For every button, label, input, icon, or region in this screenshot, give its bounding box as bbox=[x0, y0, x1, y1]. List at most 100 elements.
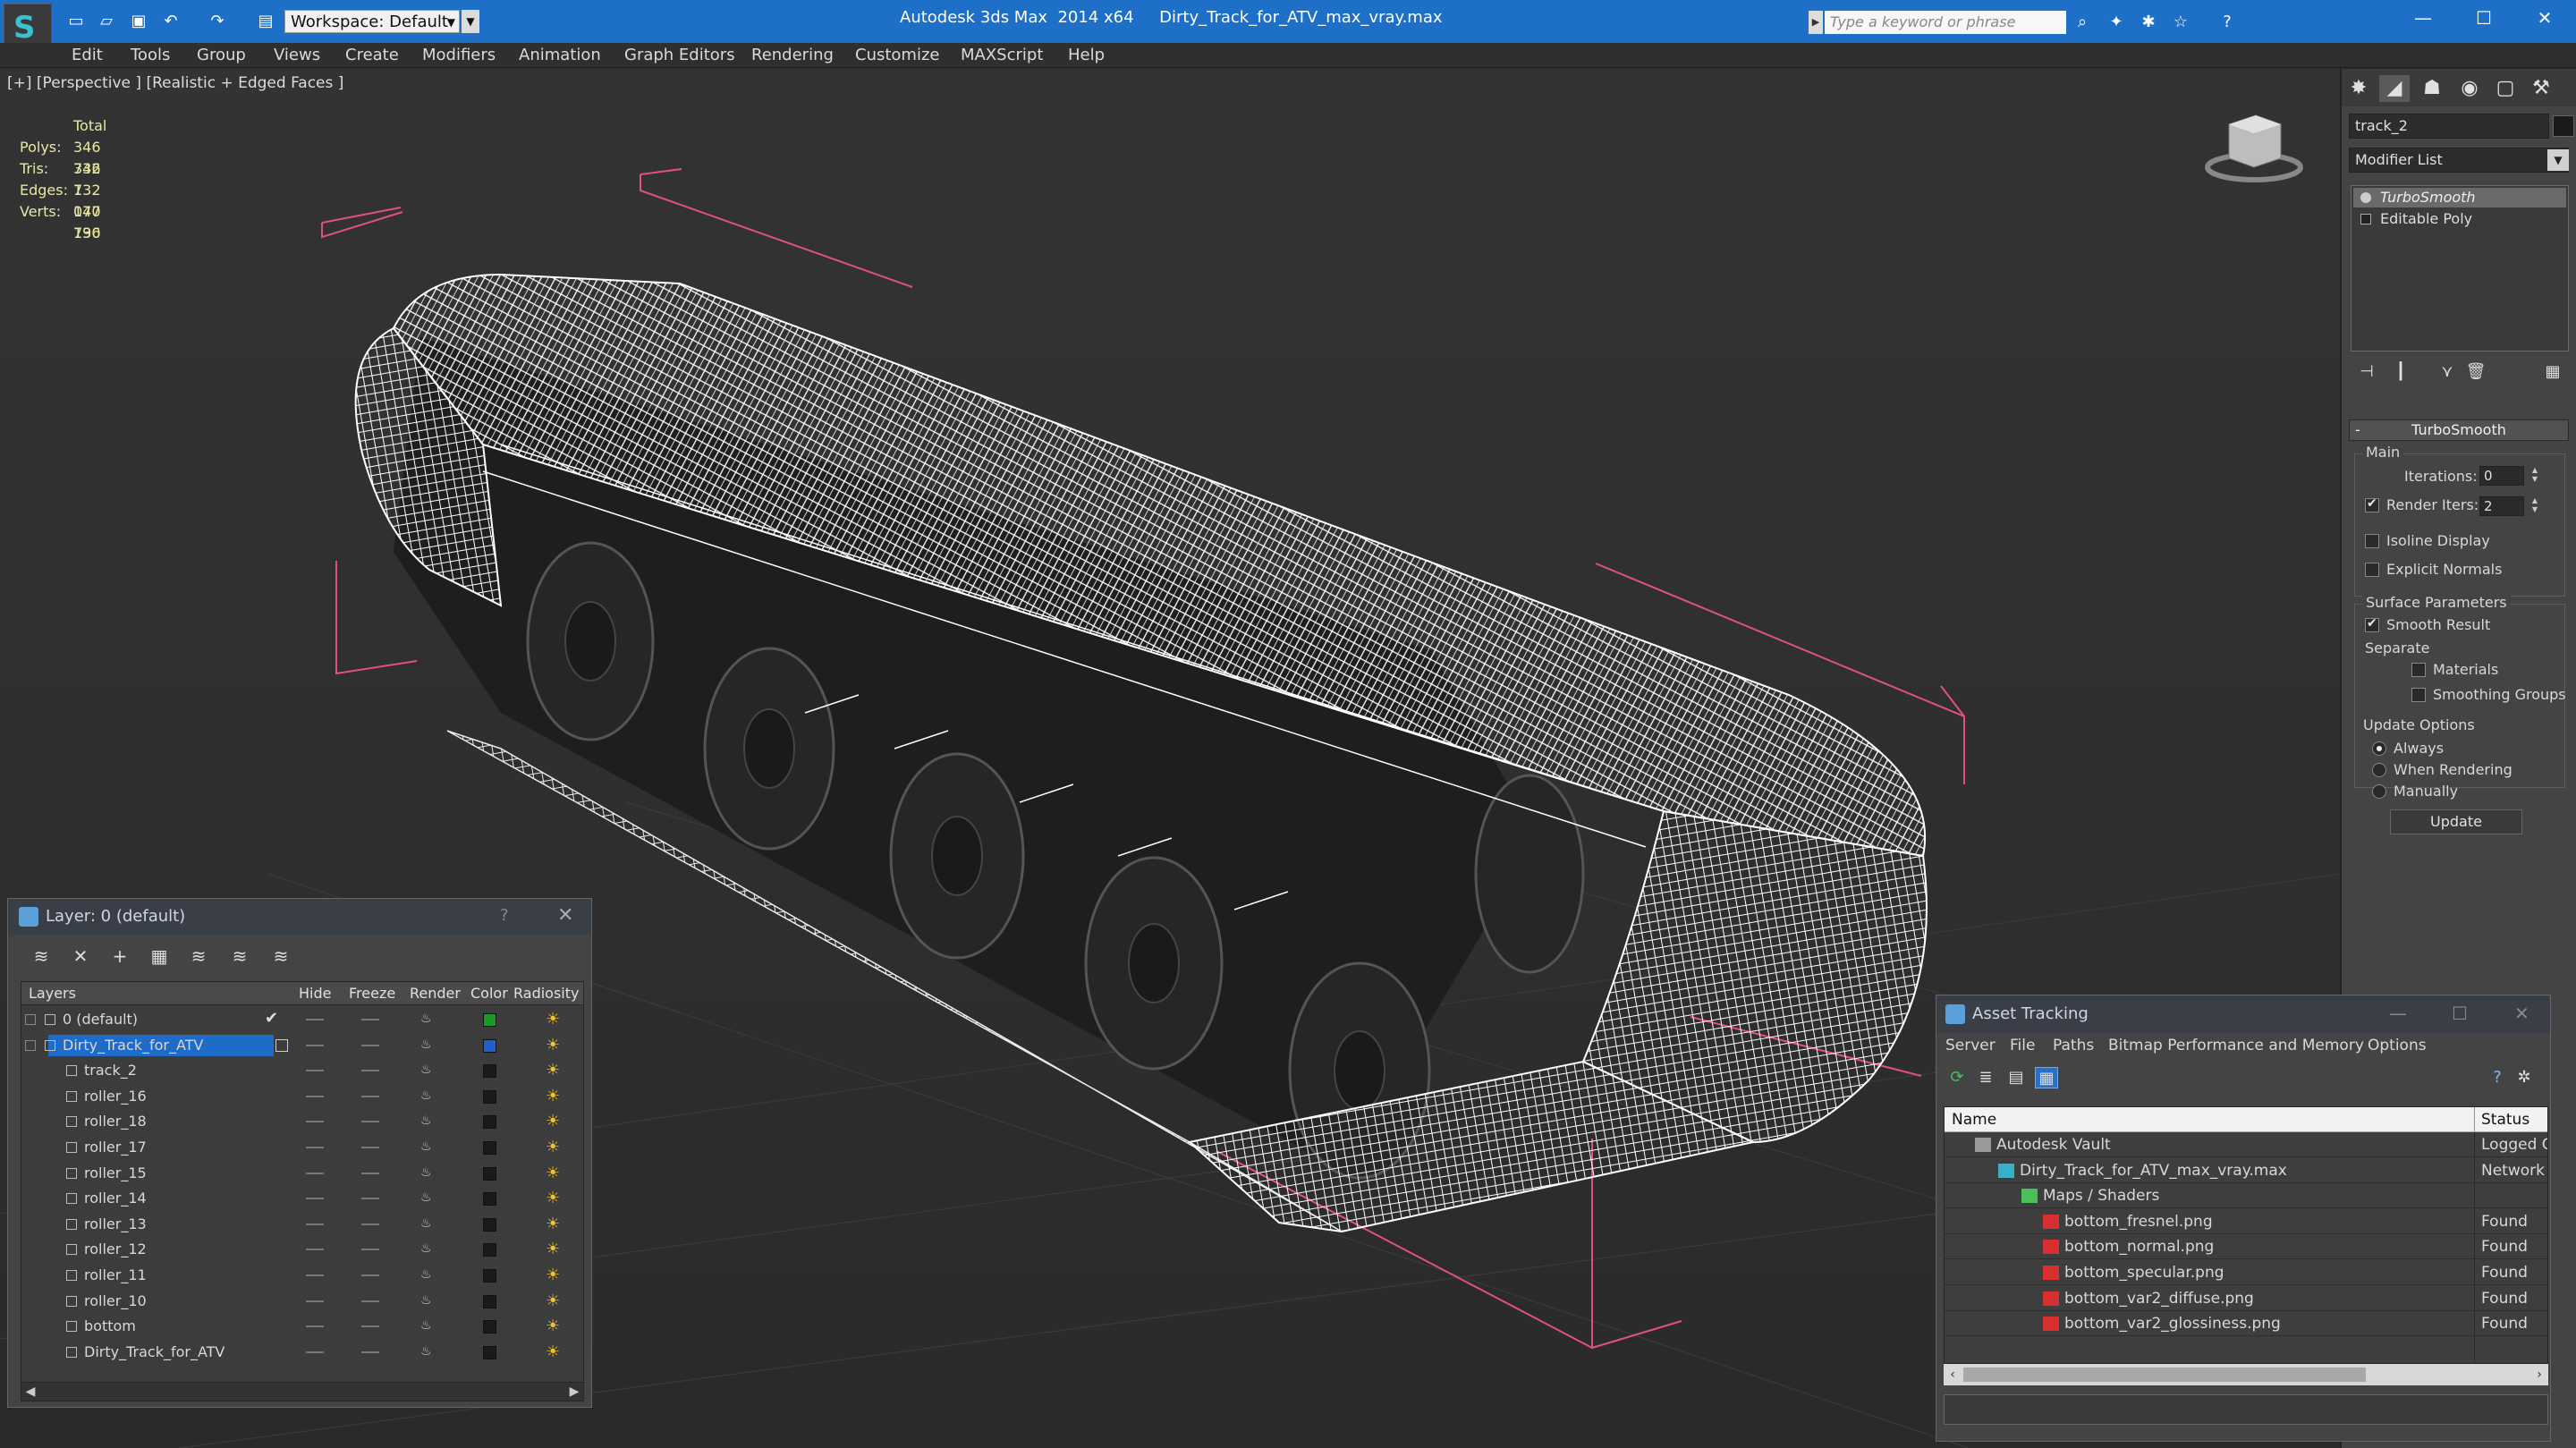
materials-checkbox[interactable] bbox=[2411, 663, 2426, 677]
hide-toggle[interactable] bbox=[306, 1070, 324, 1072]
layer-color-swatch[interactable] bbox=[483, 1243, 496, 1257]
asset-row[interactable]: bottom_var2_diffuse.png Found bbox=[1945, 1286, 2547, 1311]
isoline-display-checkbox[interactable] bbox=[2365, 534, 2379, 548]
help-icon[interactable]: ? bbox=[500, 906, 509, 925]
update-when-rendering-radio[interactable] bbox=[2372, 763, 2386, 777]
freeze-toggle[interactable] bbox=[361, 1198, 379, 1200]
modifier-list-dropdown[interactable]: Modifier List bbox=[2349, 148, 2569, 173]
scroll-right-icon[interactable]: ▶ bbox=[565, 1383, 583, 1401]
freeze-toggle[interactable] bbox=[361, 1249, 379, 1251]
minimize-icon[interactable]: — bbox=[2408, 5, 2438, 30]
configure-sets-icon[interactable]: ▦ bbox=[2540, 360, 2565, 384]
table-view-icon[interactable]: ▦ bbox=[2035, 1067, 2058, 1088]
radiosity-sun-icon[interactable]: ☀ bbox=[546, 1291, 564, 1310]
render-teapot-icon[interactable]: ♨ bbox=[420, 1012, 433, 1025]
column-header-color[interactable]: Color bbox=[470, 985, 508, 1002]
delete-layer-icon[interactable]: ✕ bbox=[67, 944, 94, 969]
update-always-radio[interactable] bbox=[2372, 741, 2386, 756]
menu-tools[interactable]: Tools bbox=[131, 46, 170, 64]
chevron-down-icon[interactable]: ▼ bbox=[2547, 149, 2569, 171]
show-end-result-icon[interactable]: ┃ bbox=[2388, 360, 2413, 384]
column-header-render[interactable]: Render bbox=[410, 985, 461, 1002]
layer-row[interactable]: roller_18 ♨ ☀ bbox=[21, 1109, 583, 1134]
close-icon[interactable]: ✕ bbox=[2514, 1003, 2529, 1024]
stack-item-turbosmooth[interactable]: TurboSmooth bbox=[2353, 188, 2566, 207]
lightbulb-icon[interactable] bbox=[2360, 192, 2371, 203]
render-teapot-icon[interactable]: ♨ bbox=[420, 1191, 433, 1204]
menu-customize[interactable]: Customize bbox=[855, 46, 939, 64]
menu-create[interactable]: Create bbox=[345, 46, 399, 64]
freeze-toggle[interactable] bbox=[361, 1044, 379, 1046]
layer-horizontal-scrollbar[interactable]: ◀ ▶ bbox=[21, 1382, 584, 1401]
communication-icon[interactable]: ✱ bbox=[2138, 13, 2159, 32]
menu-modifiers[interactable]: Modifiers bbox=[422, 46, 496, 64]
render-teapot-icon[interactable]: ♨ bbox=[420, 1268, 433, 1281]
expand-icon[interactable] bbox=[25, 1014, 36, 1025]
minimize-icon[interactable]: — bbox=[2389, 1003, 2407, 1024]
freeze-all-icon[interactable]: ≋ bbox=[267, 944, 294, 969]
column-header-freeze[interactable]: Freeze bbox=[349, 985, 395, 1002]
motion-tab-icon[interactable]: ◉ bbox=[2454, 75, 2485, 102]
display-tab-icon[interactable]: ▢ bbox=[2490, 75, 2521, 102]
explicit-normals-checkbox[interactable] bbox=[2365, 563, 2379, 577]
asset-row[interactable]: bottom_fresnel.png Found bbox=[1945, 1209, 2547, 1234]
freeze-toggle[interactable] bbox=[361, 1274, 379, 1276]
layer-color-swatch[interactable] bbox=[483, 1294, 496, 1308]
hide-toggle[interactable] bbox=[306, 1223, 324, 1225]
freeze-toggle[interactable] bbox=[361, 1300, 379, 1302]
new-layer-icon[interactable]: ≋ bbox=[28, 944, 55, 969]
help-icon[interactable]: ? bbox=[2486, 1067, 2509, 1088]
iterations-spinner[interactable]: 0 bbox=[2479, 466, 2524, 486]
freeze-toggle[interactable] bbox=[361, 1070, 379, 1072]
spinner-arrows-icon[interactable]: ▲ ▼ bbox=[2529, 496, 2540, 516]
layer-row[interactable]: track_2 ♨ ☀ bbox=[21, 1058, 583, 1083]
scroll-left-icon[interactable]: ‹ bbox=[1944, 1366, 1962, 1384]
column-header-hide[interactable]: Hide bbox=[299, 985, 331, 1002]
radiosity-sun-icon[interactable]: ☀ bbox=[546, 1190, 564, 1207]
hide-toggle[interactable] bbox=[306, 1147, 324, 1148]
layer-row[interactable]: 0 (default) ✔ ♨ ☀ bbox=[21, 1007, 583, 1032]
asset-row[interactable]: Dirty_Track_for_ATV_max_vray.max Network … bbox=[1945, 1158, 2547, 1183]
hide-toggle[interactable] bbox=[306, 1095, 324, 1097]
asset-row[interactable]: bottom_var2_glossiness.png Found bbox=[1945, 1311, 2547, 1337]
hide-toggle[interactable] bbox=[306, 1019, 324, 1020]
radiosity-sun-icon[interactable]: ☀ bbox=[546, 1036, 564, 1054]
render-teapot-icon[interactable]: ♨ bbox=[420, 1345, 433, 1358]
remove-modifier-icon[interactable]: 🗑 bbox=[2463, 360, 2488, 384]
close-icon[interactable]: ✕ bbox=[557, 904, 573, 927]
layer-color-swatch[interactable] bbox=[483, 1038, 496, 1053]
render-iters-spinner[interactable]: 2 bbox=[2479, 496, 2524, 516]
viewport-label[interactable]: [+] [Perspective ] [Realistic + Edged Fa… bbox=[7, 74, 343, 92]
menu-help[interactable]: Help bbox=[1068, 46, 1105, 64]
viewcube[interactable] bbox=[2205, 114, 2303, 182]
layer-row[interactable]: roller_12 ♨ ☀ bbox=[21, 1237, 583, 1262]
radiosity-sun-icon[interactable]: ☀ bbox=[546, 1241, 564, 1258]
layer-row[interactable]: bottom ♨ ☀ bbox=[21, 1314, 583, 1339]
pin-stack-icon[interactable]: ⊣ bbox=[2354, 360, 2379, 384]
render-teapot-icon[interactable]: ♨ bbox=[420, 1063, 433, 1076]
menu-views[interactable]: Views bbox=[274, 46, 320, 64]
column-header-radiosity[interactable]: Radiosity bbox=[513, 985, 579, 1002]
layer-color-swatch[interactable] bbox=[483, 1064, 496, 1079]
highlight-layer-icon[interactable]: ≋ bbox=[185, 944, 212, 969]
column-header-name[interactable]: Name bbox=[1952, 1111, 1996, 1129]
freeze-toggle[interactable] bbox=[361, 1351, 379, 1353]
asset-menu-file[interactable]: File bbox=[2010, 1037, 2035, 1054]
render-teapot-icon[interactable]: ♨ bbox=[420, 1242, 433, 1255]
maximize-icon[interactable]: ☐ bbox=[2452, 1003, 2468, 1024]
radiosity-sun-icon[interactable]: ☀ bbox=[546, 1266, 564, 1284]
render-teapot-icon[interactable]: ♨ bbox=[420, 1166, 433, 1179]
search-expand-button[interactable]: ▶ bbox=[1809, 11, 1823, 34]
freeze-toggle[interactable] bbox=[361, 1172, 379, 1174]
menu-rendering[interactable]: Rendering bbox=[751, 46, 834, 64]
layer-color-swatch[interactable] bbox=[483, 1115, 496, 1130]
turbosmooth-rollout-header[interactable]: - TurboSmooth bbox=[2349, 419, 2569, 441]
menu-graph-editors[interactable]: Graph Editors bbox=[624, 46, 735, 64]
asset-menu-options[interactable]: Options bbox=[2368, 1037, 2427, 1054]
object-name-field[interactable]: track_2 bbox=[2349, 114, 2549, 139]
layer-color-swatch[interactable] bbox=[483, 1166, 496, 1181]
menu-animation[interactable]: Animation bbox=[519, 46, 601, 64]
render-teapot-icon[interactable]: ♨ bbox=[420, 1089, 433, 1102]
set-current-icon[interactable] bbox=[275, 1038, 288, 1052]
render-teapot-icon[interactable]: ♨ bbox=[420, 1294, 433, 1307]
